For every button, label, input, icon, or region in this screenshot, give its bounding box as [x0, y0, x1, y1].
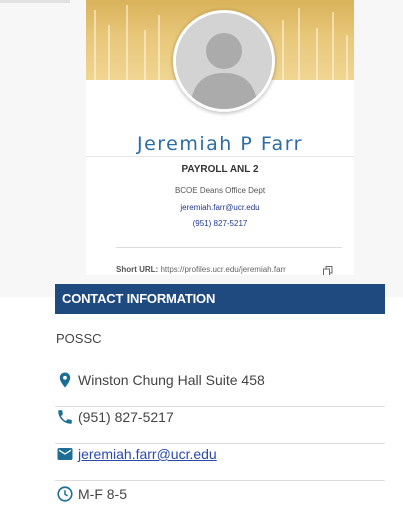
- person-silhouette-icon: [176, 13, 272, 109]
- email-link[interactable]: jeremiah.farr@ucr.edu: [78, 445, 217, 463]
- short-url-row: Short URL: https://profiles.ucr.edu/jere…: [116, 265, 354, 275]
- phone-row: (951) 827-5217: [55, 408, 385, 444]
- card-divider: [116, 247, 342, 248]
- short-url-label: Short URL:: [116, 265, 159, 274]
- profile-name: Jeremiah P Farr: [136, 133, 303, 155]
- top-divider: [0, 0, 70, 3]
- location-pin-icon: [59, 372, 71, 388]
- job-title: PAYROLL ANL 2: [181, 164, 259, 175]
- contact-information-header: CONTACT INFORMATION: [55, 284, 385, 314]
- location-row: Winston Chung Hall Suite 458: [55, 371, 385, 407]
- phone-text[interactable]: (951) 827-5217: [78, 408, 174, 426]
- organization: POSSC: [56, 331, 102, 346]
- card-phone-link[interactable]: (951) 827-5217: [86, 219, 354, 228]
- location-text: Winston Chung Hall Suite 458: [78, 372, 265, 388]
- phone-icon: [58, 410, 72, 424]
- short-url-value[interactable]: https://profiles.ucr.edu/jeremiah.farr: [160, 265, 285, 274]
- card-email-link[interactable]: jeremiah.farr@ucr.edu: [86, 203, 354, 212]
- hours-row: M-F 8-5: [55, 485, 385, 521]
- mail-icon: [57, 448, 73, 460]
- department: BCOE Deans Office Dept: [174, 186, 266, 195]
- name-divider: [86, 156, 354, 157]
- profile-card: Jeremiah P Farr PAYROLL ANL 2 BCOE Deans…: [86, 0, 354, 275]
- email-row: jeremiah.farr@ucr.edu: [55, 445, 385, 481]
- clock-icon: [57, 486, 73, 502]
- hours-text: M-F 8-5: [78, 486, 127, 502]
- avatar: [173, 10, 275, 112]
- copy-icon[interactable]: [323, 266, 333, 275]
